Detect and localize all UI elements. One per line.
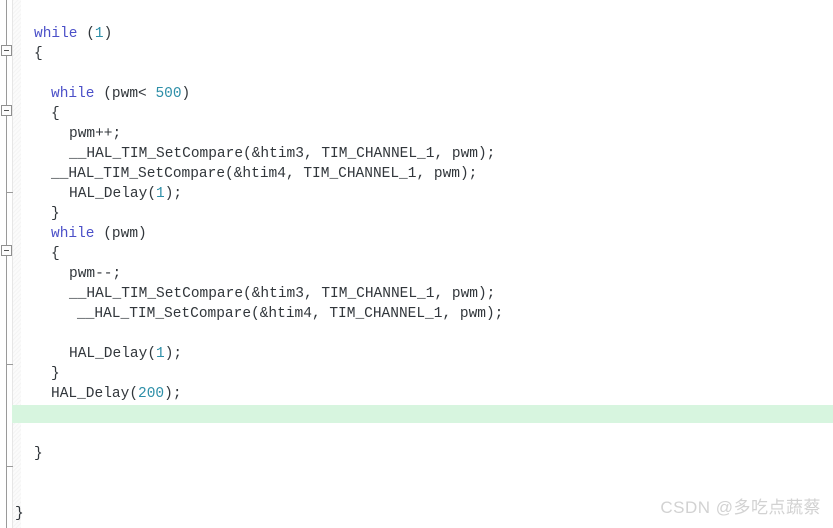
code-token-punc: ) xyxy=(103,26,113,42)
code-line[interactable]: HAL_Delay(1); xyxy=(0,184,182,204)
code-token-punc: HAL_Delay( xyxy=(51,386,139,402)
code-line[interactable]: while (pwm< 500) xyxy=(0,84,190,104)
code-line[interactable]: __HAL_TIM_SetCompare(&htim4, TIM_CHANNEL… xyxy=(0,164,477,184)
code-token-punc: } xyxy=(34,446,43,462)
code-token-num: 1 xyxy=(156,186,165,202)
code-line[interactable]: while (pwm) xyxy=(0,224,147,244)
code-token-punc: __HAL_TIM_SetCompare(&htim4, TIM_CHANNEL… xyxy=(77,306,504,322)
code-token-kw: while xyxy=(51,226,95,242)
code-line[interactable]: } xyxy=(0,444,43,464)
code-token-punc: (pwm< xyxy=(94,86,156,102)
code-token-punc: __HAL_TIM_SetCompare(&htim4, TIM_CHANNEL… xyxy=(51,166,478,182)
code-token-punc: (pwm) xyxy=(94,226,147,242)
code-token-punc: ); xyxy=(164,186,183,202)
code-token-punc: ( xyxy=(77,26,95,42)
code-text-area[interactable]: while (1) { while (pwm< 500) { pwm++; __HAL_T… xyxy=(0,0,833,528)
csdn-watermark: CSDN @多吃点蔬蔡 xyxy=(660,498,821,517)
code-line[interactable]: } xyxy=(0,204,60,224)
code-token-num: 200 xyxy=(138,386,165,402)
code-line[interactable]: { xyxy=(0,44,43,64)
code-line[interactable]: __HAL_TIM_SetCompare(&htim3, TIM_CHANNEL… xyxy=(0,284,495,304)
code-token-punc: { xyxy=(34,46,43,62)
code-line[interactable]: __HAL_TIM_SetCompare(&htim3, TIM_CHANNEL… xyxy=(0,144,495,164)
code-line[interactable]: __HAL_TIM_SetCompare(&htim4, TIM_CHANNEL… xyxy=(0,304,503,324)
code-token-punc: { xyxy=(51,106,60,122)
code-token-punc: } xyxy=(51,366,60,382)
code-token-punc: pwm++; xyxy=(69,126,122,142)
code-token-num: 1 xyxy=(94,26,104,42)
code-token-punc: { xyxy=(51,246,60,262)
code-line[interactable]: while (1) xyxy=(0,24,112,44)
code-token-punc: __HAL_TIM_SetCompare(&htim3, TIM_CHANNEL… xyxy=(69,286,496,302)
code-line[interactable]: } xyxy=(0,364,60,384)
code-line[interactable]: } xyxy=(0,504,24,524)
code-token-punc: ) xyxy=(181,86,191,102)
code-token-punc: __HAL_TIM_SetCompare(&htim3, TIM_CHANNEL… xyxy=(69,146,496,162)
code-token-punc: ); xyxy=(164,386,182,402)
code-token-punc: ); xyxy=(164,346,183,362)
code-line[interactable]: { xyxy=(0,104,60,124)
code-line[interactable]: HAL_Delay(200); xyxy=(0,384,182,404)
code-line[interactable]: HAL_Delay(1); xyxy=(0,344,182,364)
code-token-kw: while xyxy=(51,86,95,102)
code-token-num: 500 xyxy=(155,86,182,102)
code-token-punc: pwm--; xyxy=(69,266,122,282)
code-editor[interactable]: while (1) { while (pwm< 500) { pwm++; __HAL_T… xyxy=(0,0,833,528)
code-token-punc: HAL_Delay( xyxy=(69,346,157,362)
code-token-punc: } xyxy=(15,506,24,522)
code-line[interactable]: pwm++; xyxy=(0,124,121,144)
code-line[interactable]: pwm--; xyxy=(0,264,121,284)
code-line[interactable]: { xyxy=(0,244,60,264)
code-token-num: 1 xyxy=(156,346,165,362)
code-token-punc: HAL_Delay( xyxy=(69,186,157,202)
code-token-punc: } xyxy=(51,206,60,222)
code-token-kw: while xyxy=(34,26,78,42)
